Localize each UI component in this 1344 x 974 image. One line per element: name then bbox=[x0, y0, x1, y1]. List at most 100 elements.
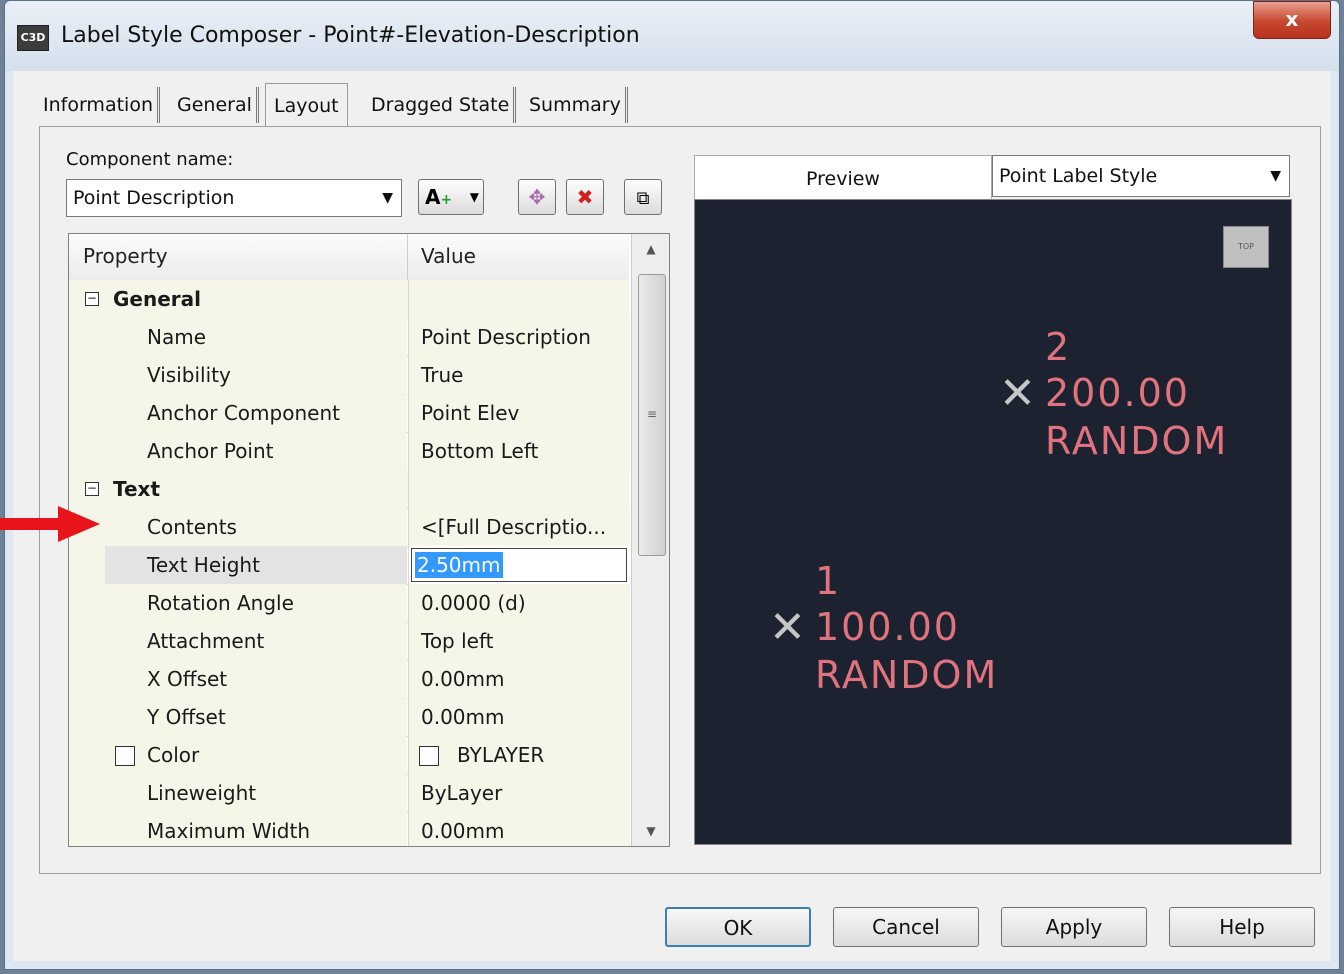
property-value[interactable]: Point Description bbox=[421, 318, 591, 356]
copy-component-button[interactable]: ✥ bbox=[518, 179, 556, 215]
window-title: Label Style Composer - Point#-Elevation-… bbox=[61, 23, 640, 48]
property-row-text-height[interactable]: Text Height 2.50mm bbox=[69, 546, 630, 585]
close-button[interactable]: x bbox=[1253, 1, 1331, 39]
label-style-composer-window: C3D Label Style Composer - Point#-Elevat… bbox=[4, 0, 1340, 970]
point-marker-icon: ✕ bbox=[999, 368, 1036, 419]
grip-icon: ≡ bbox=[647, 407, 658, 421]
scroll-up-arrow-icon[interactable]: ▲ bbox=[632, 234, 669, 264]
tab-general[interactable]: General bbox=[173, 87, 259, 123]
component-name-dropdown[interactable]: Point Description ▼ bbox=[66, 179, 402, 217]
property-row-x-offset[interactable]: X Offset 0.00mm bbox=[69, 660, 630, 699]
tab-dragged-state[interactable]: Dragged State bbox=[367, 87, 517, 123]
collapse-icon[interactable]: − bbox=[85, 292, 99, 306]
scrollbar-thumb[interactable]: ≡ bbox=[638, 274, 666, 556]
preview-tab[interactable]: Preview bbox=[694, 155, 992, 203]
tab-information[interactable]: Information bbox=[39, 87, 160, 123]
copy-component-icon: ✥ bbox=[528, 185, 546, 209]
header-value: Value bbox=[421, 244, 476, 268]
point-2-description: RANDOM bbox=[1045, 419, 1229, 463]
point-1-elevation: 100.00 bbox=[815, 605, 960, 649]
category-label: General bbox=[113, 287, 201, 311]
component-name-value: Point Description bbox=[73, 187, 235, 209]
preview-canvas[interactable]: TOP 2 ✕ 200.00 RANDOM 1 ✕ 100.00 RANDOM bbox=[694, 199, 1292, 845]
property-value[interactable]: 0.0000 (d) bbox=[421, 584, 526, 622]
annotation-arrow bbox=[0, 518, 62, 530]
property-value[interactable]: ByLayer bbox=[421, 774, 502, 812]
property-label: Color bbox=[147, 743, 200, 767]
draw-order-icon: ⧉ bbox=[636, 188, 650, 209]
property-value[interactable]: Bottom Left bbox=[421, 432, 538, 470]
component-draw-order-button[interactable]: ⧉ bbox=[624, 179, 662, 215]
point-2-elevation: 200.00 bbox=[1045, 371, 1190, 415]
apply-button[interactable]: Apply bbox=[1001, 907, 1147, 947]
property-value[interactable]: Top left bbox=[421, 622, 494, 660]
text-height-selected-value[interactable]: 2.50mm bbox=[415, 552, 503, 578]
color-swatch-icon bbox=[419, 746, 439, 766]
chevron-down-icon: ▼ bbox=[1270, 168, 1281, 184]
chevron-down-icon: ▼ bbox=[382, 190, 393, 206]
title-bar[interactable]: C3D Label Style Composer - Point#-Elevat… bbox=[5, 1, 1339, 71]
property-value[interactable]: Point Elev bbox=[421, 394, 519, 432]
property-label: Lineweight bbox=[147, 781, 257, 805]
point-marker-icon: ✕ bbox=[769, 602, 806, 653]
header-property: Property bbox=[83, 244, 168, 268]
property-label: Y Offset bbox=[147, 705, 226, 729]
point-1-description: RANDOM bbox=[815, 653, 999, 697]
property-grid-scrollbar[interactable]: ▲ ≡ ▼ bbox=[631, 234, 669, 846]
property-row-contents[interactable]: Contents <[Full Descriptio... bbox=[69, 508, 630, 547]
property-label: Text Height bbox=[147, 553, 260, 577]
property-value[interactable]: True bbox=[421, 356, 463, 394]
property-row-y-offset[interactable]: Y Offset 0.00mm bbox=[69, 698, 630, 737]
delete-icon: ✖ bbox=[576, 185, 594, 209]
property-value[interactable]: <[Full Descriptio... bbox=[421, 508, 606, 546]
component-name-label: Component name: bbox=[66, 149, 234, 170]
property-label: Maximum Width bbox=[147, 819, 311, 843]
property-label: X Offset bbox=[147, 667, 228, 691]
preview-style-value: Point Label Style bbox=[999, 165, 1158, 187]
dialog-client: Information General Layout Dragged State… bbox=[13, 71, 1331, 961]
property-value[interactable]: 0.00mm bbox=[421, 660, 505, 698]
layout-tab-page: Component name: Point Description ▼ A+ ▼ … bbox=[39, 126, 1321, 874]
preview-style-dropdown[interactable]: Point Label Style ▼ bbox=[992, 155, 1290, 197]
category-label: Text bbox=[113, 477, 161, 501]
tab-layout[interactable]: Layout bbox=[265, 83, 348, 128]
chevron-down-icon: ▼ bbox=[469, 190, 479, 204]
property-row-rotation-angle[interactable]: Rotation Angle 0.0000 (d) bbox=[69, 584, 630, 623]
help-button[interactable]: Help bbox=[1169, 907, 1315, 947]
column-divider[interactable] bbox=[407, 234, 408, 280]
delete-component-button[interactable]: ✖ bbox=[566, 179, 604, 215]
property-label: Name bbox=[147, 325, 207, 349]
category-text[interactable]: − Text bbox=[69, 470, 629, 509]
create-text-component-button[interactable]: A+ ▼ bbox=[418, 179, 484, 215]
property-row-color[interactable]: Color BYLAYER bbox=[69, 736, 630, 775]
property-label: Rotation Angle bbox=[147, 591, 294, 615]
collapse-icon[interactable]: − bbox=[85, 482, 99, 496]
property-value[interactable]: 0.00mm bbox=[421, 812, 505, 846]
property-row-anchor-component[interactable]: Anchor Component Point Elev bbox=[69, 394, 630, 433]
property-label: Anchor Point bbox=[147, 439, 274, 463]
category-general[interactable]: − General bbox=[69, 280, 629, 319]
property-row-maximum-width[interactable]: Maximum Width 0.00mm bbox=[69, 812, 630, 846]
property-row-name[interactable]: Name Point Description bbox=[69, 318, 630, 357]
tab-summary[interactable]: Summary bbox=[525, 87, 628, 123]
cancel-button[interactable]: Cancel bbox=[833, 907, 979, 947]
property-label: Visibility bbox=[147, 363, 231, 387]
ok-button[interactable]: OK bbox=[665, 907, 811, 947]
property-row-visibility[interactable]: Visibility True bbox=[69, 356, 630, 395]
property-value[interactable]: 0.00mm bbox=[421, 698, 505, 736]
property-label: Contents bbox=[147, 515, 237, 539]
app-icon: C3D bbox=[17, 25, 49, 51]
property-row-lineweight[interactable]: Lineweight ByLayer bbox=[69, 774, 630, 813]
color-swatch-icon bbox=[115, 746, 135, 766]
point-1-number: 1 bbox=[815, 559, 842, 603]
property-label: Anchor Component bbox=[147, 401, 340, 425]
property-grid: Property Value − General Name Point Desc… bbox=[68, 233, 670, 847]
scroll-down-arrow-icon[interactable]: ▼ bbox=[632, 816, 669, 846]
property-row-attachment[interactable]: Attachment Top left bbox=[69, 622, 630, 661]
point-2-number: 2 bbox=[1045, 325, 1072, 369]
property-grid-header: Property Value bbox=[69, 234, 629, 281]
property-row-anchor-point[interactable]: Anchor Point Bottom Left bbox=[69, 432, 630, 471]
property-value[interactable]: BYLAYER bbox=[457, 736, 544, 774]
viewcube[interactable]: TOP bbox=[1223, 226, 1269, 268]
property-label: Attachment bbox=[147, 629, 265, 653]
